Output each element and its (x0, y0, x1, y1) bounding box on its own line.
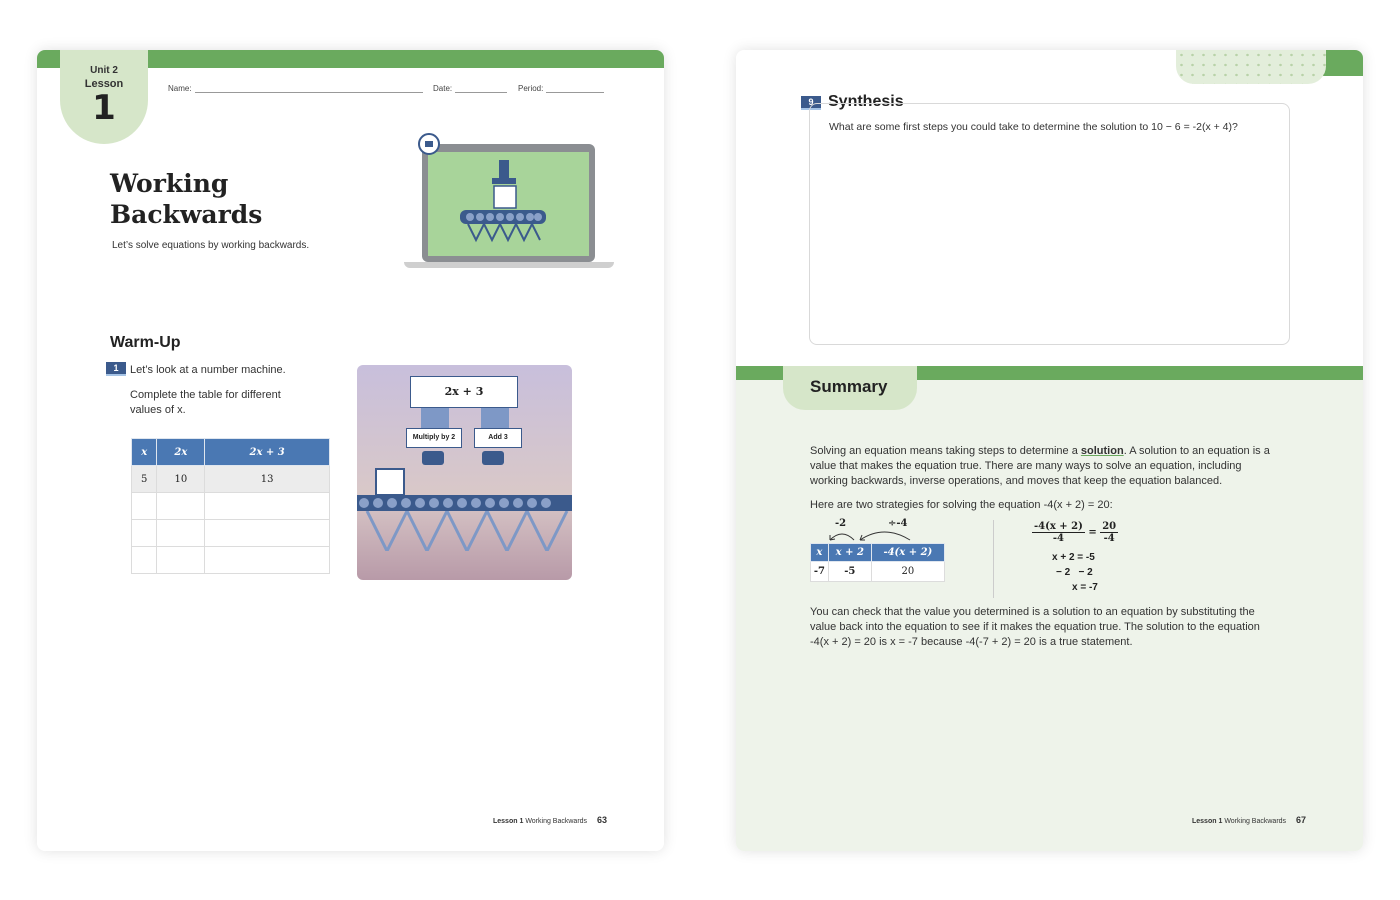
page-number: 63 (597, 815, 608, 825)
summary-heading: Summary (810, 377, 888, 396)
summary-paragraph-2: Here are two strategies for solving the … (810, 499, 1113, 511)
table-cell: 20 (870, 561, 946, 582)
laptop-badge-icon (418, 133, 440, 155)
footer-title: Working Backwards (1224, 818, 1287, 825)
unit-label: Unit 2 (90, 65, 118, 76)
table-input-cell[interactable] (130, 492, 158, 520)
machine-step-2: Add 3 (474, 428, 522, 448)
fraction-numerator: -4(x + 2) (1032, 521, 1085, 533)
table-header: 2x (156, 438, 206, 466)
table-cell: -7 (810, 561, 829, 582)
glossary-term-solution[interactable]: solution (1081, 445, 1124, 457)
footer-lesson: Lesson 1 (1192, 818, 1223, 825)
table-input-cell[interactable] (204, 546, 330, 574)
summary-paragraph-3: You can check that the value you determi… (810, 606, 1260, 648)
synthesis-question: What are some first steps you could take… (829, 121, 1238, 133)
strategy-divider (993, 520, 994, 598)
equation-line-2: x + 2 = -5 (1052, 552, 1095, 563)
input-block (375, 468, 405, 496)
table-header: x (130, 438, 158, 466)
left-page: Unit 2 Lesson 1 Name: Date: Period: Work… (37, 50, 664, 851)
name-label: Name: (168, 84, 192, 93)
name-field[interactable]: Name: (168, 84, 423, 93)
right-page: 9 Synthesis What are some first steps yo… (736, 50, 1363, 851)
table-cell: -5 (827, 561, 872, 582)
table-cell: 5 (130, 465, 158, 493)
summary-p1-pre: Solving an equation means taking steps t… (810, 445, 1081, 457)
title-line-1: Working (110, 169, 229, 198)
date-label: Date: (433, 84, 453, 93)
title-line-2: Backwards (110, 200, 263, 229)
table-input-cell[interactable] (204, 492, 330, 520)
period-label: Period: (518, 84, 544, 93)
date-field[interactable]: Date: (433, 84, 508, 93)
table-header: x + 2 (827, 543, 872, 562)
synthesis-answer-box[interactable] (809, 103, 1290, 345)
table-header: -4(x + 2) (870, 543, 946, 562)
dotted-decoration (1176, 50, 1326, 84)
table-input-cell[interactable] (156, 519, 206, 547)
page-footer: Lesson 1 Working Backwards 67 (1192, 815, 1306, 825)
values-table: x 2x 2x + 3 5 10 13 (130, 438, 330, 574)
page-number: 67 (1296, 815, 1307, 825)
page-title: Working Backwards (110, 168, 262, 230)
backward-arrows-icon (829, 531, 911, 541)
period-field[interactable]: Period: (518, 84, 605, 93)
conveyor-belt (357, 495, 572, 511)
question-prompt: Let’s look at a number machine. (130, 364, 286, 376)
table-input-cell[interactable] (156, 492, 206, 520)
summary-paragraph-1: Solving an equation means taking steps t… (810, 444, 1280, 489)
warmup-heading: Warm-Up (110, 334, 181, 351)
table-input-cell[interactable] (204, 519, 330, 547)
page-footer: Lesson 1 Working Backwards 63 (493, 815, 607, 825)
fraction-equation: -4(x + 2) -4 = 20 -4 (1032, 521, 1119, 544)
fraction-denominator: -4 (1052, 533, 1064, 544)
laptop-illustration (402, 132, 617, 272)
lesson-number: 1 (92, 88, 116, 128)
table-input-cell[interactable] (130, 546, 158, 574)
machine-legs-icon (365, 511, 569, 551)
table-header: 2x + 3 (204, 438, 330, 466)
question-number-badge: 1 (106, 362, 126, 376)
machine-expression: 2x + 3 (410, 376, 518, 408)
table-input-cell[interactable] (156, 546, 206, 574)
equation-line-4: x = -7 (1072, 582, 1098, 593)
equals-sign: = (1088, 527, 1097, 538)
equation-line-3: − 2 − 2 (1056, 567, 1093, 578)
fraction-numerator: 20 (1100, 521, 1119, 533)
lesson-subtitle: Let’s solve equations by working backwar… (112, 240, 310, 251)
question-instruction: Complete the table for different values … (130, 389, 281, 416)
footer-lesson: Lesson 1 (493, 818, 524, 825)
strategy-table: x x + 2 -4(x + 2) -7 -5 20 (810, 543, 946, 582)
table-header: x (810, 543, 829, 562)
table-cell: 13 (204, 465, 330, 493)
fraction-denominator: -4 (1103, 533, 1115, 544)
number-machine-illustration: 2x + 3 Multiply by 2 Add 3 (357, 365, 572, 580)
machine-illustration-icon (460, 160, 546, 243)
footer-title: Working Backwards (525, 818, 588, 825)
unit-lesson-tab: Unit 2 Lesson 1 (60, 50, 148, 144)
table-cell: 10 (156, 465, 206, 493)
table-input-cell[interactable] (130, 519, 158, 547)
machine-step-1: Multiply by 2 (406, 428, 462, 448)
